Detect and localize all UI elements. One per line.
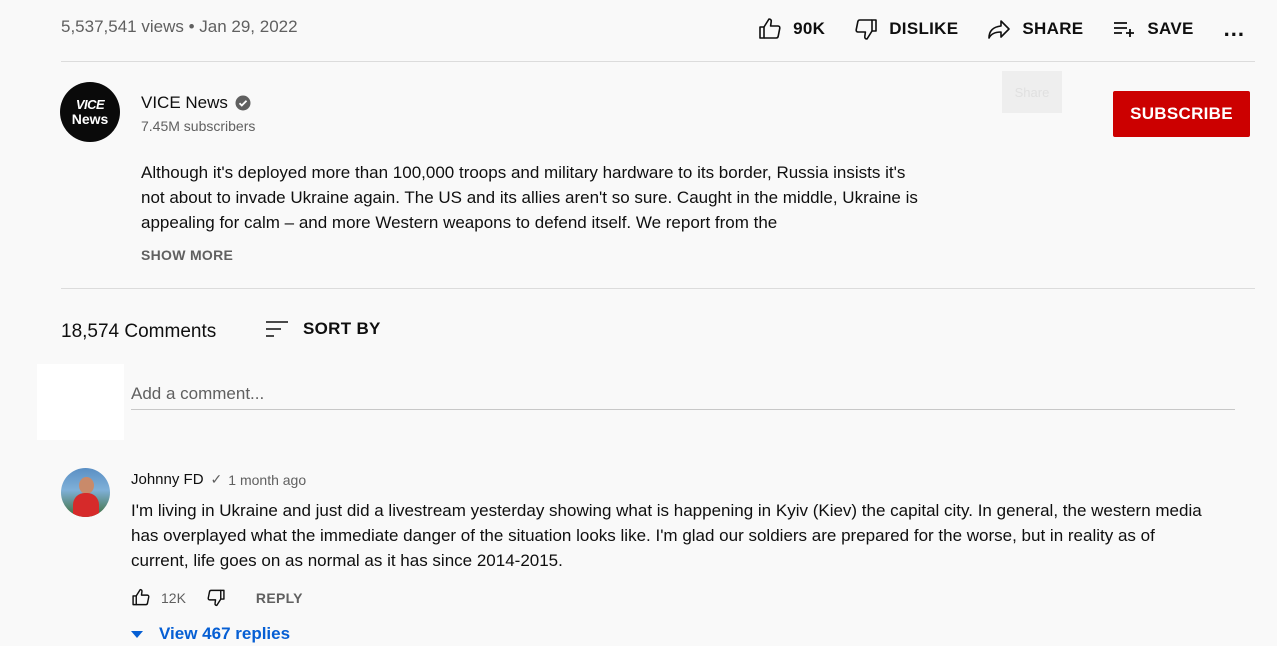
show-more-button[interactable]: SHOW MORE	[141, 247, 233, 263]
save-button[interactable]: SAVE	[1111, 17, 1193, 41]
youtube-watch-page: 5,537,541 views • Jan 29, 2022 90K DISLI…	[0, 0, 1277, 646]
comment-time[interactable]: 1 month ago	[228, 472, 306, 488]
divider	[61, 288, 1255, 289]
comment-author[interactable]: Johnny FD	[131, 471, 204, 488]
sort-by-button[interactable]: SORT BY	[265, 319, 381, 339]
share-label: SHARE	[1022, 19, 1084, 38]
verified-badge-icon	[235, 95, 251, 111]
comment-dislike-icon	[207, 589, 225, 607]
user-avatar	[37, 364, 124, 440]
view-count-date: 5,537,541 views • Jan 29, 2022	[61, 17, 298, 36]
reply-button[interactable]: REPLY	[256, 590, 303, 606]
comment-author-avatar[interactable]	[61, 468, 110, 517]
vice-logo-line1: VICE	[75, 97, 105, 112]
comment-text: I'm living in Ukraine and just did a liv…	[131, 501, 1202, 570]
channel-name-row: VICE News	[141, 93, 251, 113]
add-comment-input[interactable]	[131, 378, 1235, 410]
save-label: SAVE	[1147, 19, 1194, 38]
channel-avatar[interactable]: VICE News	[60, 82, 120, 142]
comment-dislike-button[interactable]	[206, 588, 226, 607]
comment-count: 18,574 Comments	[61, 321, 217, 342]
thumbs-down-icon	[855, 19, 878, 40]
video-description: Although it's deployed more than 100,000…	[141, 163, 918, 232]
playlist-add-icon	[1114, 22, 1135, 37]
comment-actions: 12K REPLY	[131, 588, 303, 607]
caret-down-icon	[131, 631, 143, 638]
video-info-bar: 5,537,541 views • Jan 29, 2022 90K DISLI…	[61, 0, 1255, 62]
video-actions: 90K DISLIKE SHARE SAVE ...	[729, 14, 1245, 44]
more-icon: ...	[1223, 16, 1245, 41]
like-count: 90K	[793, 19, 826, 38]
comment-like-count: 12K	[161, 589, 186, 606]
share-button[interactable]: SHARE	[986, 17, 1083, 41]
sort-icon	[266, 321, 288, 337]
dislike-label: DISLIKE	[889, 19, 959, 38]
view-replies-button[interactable]: View 467 replies	[130, 624, 290, 644]
comment-meta: Johnny FD ✓ 1 month ago	[131, 471, 306, 488]
share-tooltip: Share	[1002, 71, 1062, 113]
like-button[interactable]: 90K	[757, 17, 825, 41]
share-arrow-icon	[988, 20, 1011, 39]
more-actions-button[interactable]: ...	[1224, 16, 1245, 42]
vice-logo-line2: News	[71, 111, 109, 127]
subscriber-count: 7.45M subscribers	[141, 118, 256, 134]
verified-check-icon: ✓	[210, 471, 223, 487]
view-replies-label: View 467 replies	[159, 624, 291, 643]
channel-name[interactable]: VICE News	[141, 93, 228, 113]
comment-like-icon[interactable]	[131, 588, 151, 607]
subscribe-button[interactable]: SUBSCRIBE	[1113, 91, 1250, 137]
sort-by-label: SORT BY	[303, 319, 381, 338]
thumbs-up-icon	[759, 18, 781, 39]
dislike-button[interactable]: DISLIKE	[853, 17, 958, 41]
